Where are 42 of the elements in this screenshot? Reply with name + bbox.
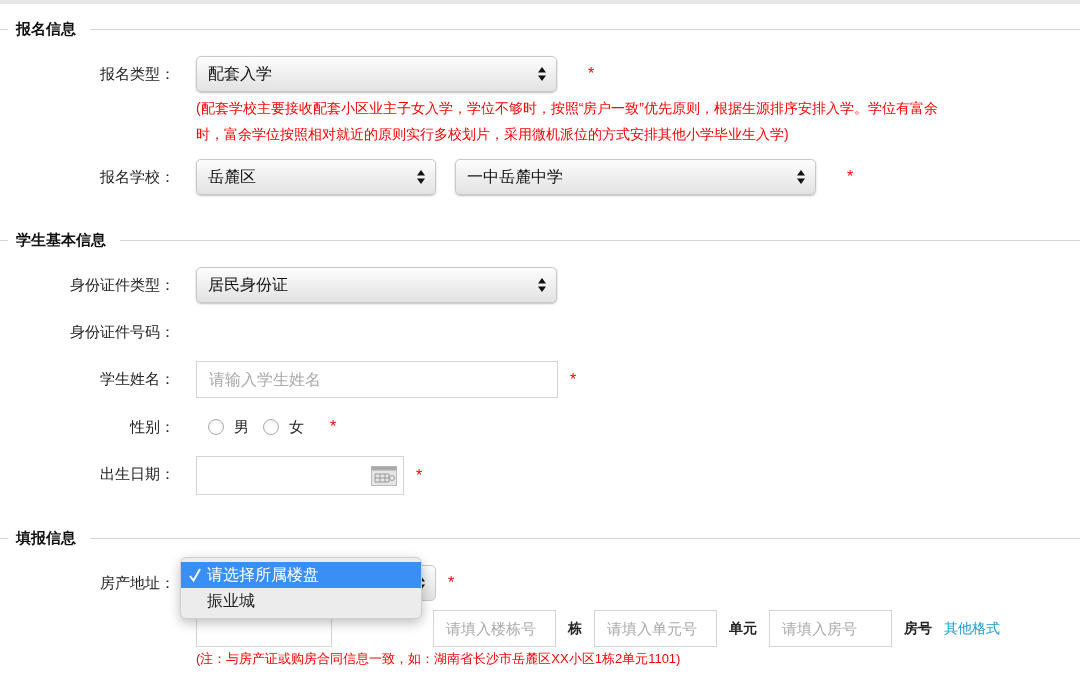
note-text: (配套学校主要接收配套小区业主子女入学，学位不够时，按照“房户一致”优先原则，根据生源排序安排入学。学位有富余时，富余学位按照相对就近的原则实行多校划片，采用微机派位的方式安排其他小学毕业生入学) xyxy=(196,99,939,144)
name-field[interactable]: 请输入学生姓名 xyxy=(196,361,558,398)
date-field[interactable] xyxy=(196,456,404,495)
menu-item[interactable]: 振业城 xyxy=(181,588,421,614)
required-mark: * xyxy=(588,64,595,84)
field-label: 身份证件号码： xyxy=(70,321,175,342)
radio-button[interactable] xyxy=(263,419,279,435)
updown-arrows-icon xyxy=(538,67,546,81)
section-heading: 学生基本信息 xyxy=(15,229,107,250)
field-label: 报名学校： xyxy=(100,166,175,187)
field-label: 报名类型： xyxy=(100,63,175,84)
calendar-icon xyxy=(371,465,397,486)
select-dropdown[interactable]: 居民身份证 xyxy=(196,267,557,303)
section-heading: 报名信息 xyxy=(14,18,77,39)
field-label: 性别： xyxy=(130,416,175,437)
address-field[interactable]: 请填入楼栋号 xyxy=(433,609,556,647)
updown-arrows-icon xyxy=(797,170,805,184)
unit-label: 单元 xyxy=(729,618,757,638)
radio-label: 男 xyxy=(234,416,249,437)
required-mark: * xyxy=(330,417,337,437)
radio-label: 女 xyxy=(289,416,304,437)
updown-arrows-icon xyxy=(538,278,546,292)
select-dropdown[interactable]: 岳麓区 xyxy=(196,159,436,195)
field-label: 出生日期： xyxy=(100,463,175,484)
field-label: 学生姓名： xyxy=(100,368,175,389)
field-label: 房产地址： xyxy=(100,572,175,593)
checkmark-icon xyxy=(189,568,201,582)
required-mark: * xyxy=(570,369,577,390)
address-field[interactable]: 请填入单元号 xyxy=(594,609,717,647)
unit-label: 栋 xyxy=(568,618,582,638)
note-text: (注：与房产证或购房合同信息一致，如：湖南省长沙市岳麓区XX小区1栋2单元1101) xyxy=(196,651,682,667)
unit-label: 房号 xyxy=(904,618,932,638)
required-mark: * xyxy=(847,167,854,187)
select-dropdown[interactable]: 配套入学 xyxy=(196,56,557,92)
radio-button[interactable] xyxy=(208,419,224,435)
address-field[interactable]: 请填入房号 xyxy=(769,609,892,647)
updown-arrows-icon xyxy=(417,170,425,184)
select-dropdown[interactable]: 一中岳麓中学 xyxy=(455,159,816,195)
field-label: 身份证件类型： xyxy=(70,274,175,295)
required-mark: * xyxy=(416,465,423,486)
section-heading: 填报信息 xyxy=(14,527,77,548)
required-mark: * xyxy=(448,573,455,593)
